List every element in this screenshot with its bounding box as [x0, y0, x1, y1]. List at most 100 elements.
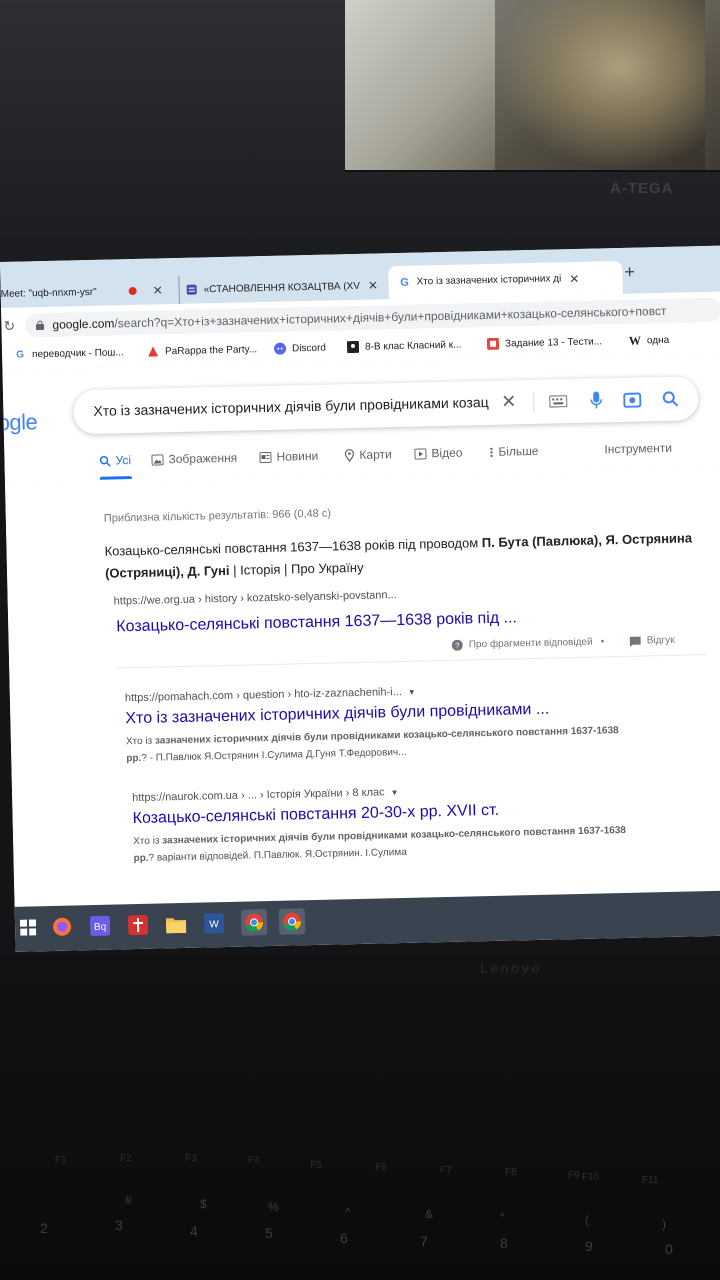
bookmark-task13[interactable]: Задание 13 - Тести...: [486, 335, 602, 350]
app-bq-icon[interactable]: Bq: [87, 913, 114, 940]
laptop-screen: Meet: "uqb-nnxm-ysr" ✕ «СТАНОВЛЕННЯ КОЗА…: [0, 245, 720, 952]
bookmark-label: 8-В клас Класний к...: [364, 339, 462, 353]
bookmark-label: PaRappa the Party...: [164, 343, 258, 357]
windows-start-icon[interactable]: [15, 914, 42, 941]
bookmark-discord[interactable]: Discord: [274, 342, 326, 355]
snippet-feedback-row: ? Про фрагменти відповідей • Відгук: [116, 634, 708, 669]
featured-snippet-text: Козацько-селянські повстання 1637—1638 р…: [104, 527, 695, 584]
clear-search-icon[interactable]: ✕: [501, 391, 517, 412]
file-explorer-icon[interactable]: [163, 911, 190, 938]
bookmark-classroom[interactable]: 8-В клас Класний к...: [346, 339, 462, 354]
svg-text:?: ?: [455, 641, 460, 650]
feedback-label: Відгук: [646, 634, 675, 647]
svg-text:Bq: Bq: [94, 922, 106, 933]
close-tab-icon[interactable]: ✕: [368, 278, 378, 292]
help-icon: ?: [451, 639, 463, 651]
about-snippets-link[interactable]: ? Про фрагменти відповідей •: [451, 636, 613, 651]
key-2: 2: [40, 1220, 48, 1236]
separator-dot: •: [600, 636, 605, 648]
key-ampersand: &: [425, 1207, 434, 1221]
reload-icon[interactable]: ↻: [3, 318, 15, 335]
image-icon: [151, 453, 164, 466]
firefox-icon[interactable]: [49, 913, 76, 940]
result-description: Хто із зазначених історичних діячів були…: [125, 725, 619, 765]
search-box[interactable]: Хто із зазначених історичних діячів були…: [72, 376, 699, 435]
classroom-icon: [346, 340, 360, 354]
key-f7: F7: [440, 1165, 452, 1176]
tab-label: Усі: [115, 453, 132, 468]
key-3: 3: [115, 1217, 123, 1233]
about-label: Про фрагменти відповідей: [468, 636, 593, 651]
chrome-icon[interactable]: [240, 909, 268, 936]
key-f11: F11: [642, 1175, 659, 1186]
word-icon[interactable]: W: [201, 910, 228, 937]
page-icon: [486, 337, 500, 350]
bookmark-wikipedia[interactable]: W одна: [629, 333, 670, 347]
tab-label: Зображення: [168, 450, 238, 467]
key-dollar: $: [200, 1197, 207, 1211]
chrome-icon[interactable]: [278, 908, 306, 935]
key-percent: %: [268, 1200, 279, 1214]
bezel-brand: A-TEGA: [610, 180, 674, 197]
key-paren-left: (: [585, 1213, 589, 1227]
key-0: 0: [665, 1241, 673, 1257]
discord-icon: [274, 342, 287, 355]
tab-title: «СТАНОВЛЕННЯ КОЗАЦТВА (XV: [203, 280, 361, 295]
featured-link[interactable]: Козацько-селянські повстання 1637—1638 р…: [116, 609, 517, 636]
new-tab-button[interactable]: +: [624, 262, 635, 283]
key-9: 9: [585, 1238, 593, 1254]
close-tab-icon[interactable]: ✕: [569, 271, 579, 285]
key-f5: F5: [310, 1160, 322, 1171]
recording-icon: [127, 285, 139, 297]
chevron-down-icon[interactable]: ▼: [390, 788, 398, 797]
video-icon: [414, 447, 427, 460]
search-results: Приблизна кількість результатів: 966 (0,…: [5, 468, 720, 905]
laptop-keyboard: Lenovo F1 F2 F3 F4 F5 F6 F7 F8 F9 F10 F1…: [0, 955, 720, 1280]
featured-cite: https://we.org.ua › history › kozatsko-s…: [113, 589, 397, 608]
search-divider: [533, 391, 535, 412]
tab-all[interactable]: Усі: [99, 453, 131, 468]
tab-news[interactable]: Новини: [259, 449, 318, 464]
key-6: 6: [340, 1230, 348, 1246]
google-logo[interactable]: ogle: [0, 409, 38, 436]
keyboard-brand: Lenovo: [480, 960, 542, 976]
bookmark-parappa[interactable]: PaRappa the Party...: [147, 343, 257, 357]
search-icon: [99, 455, 111, 467]
tab-maps[interactable]: Карти: [344, 447, 392, 462]
app-red-icon[interactable]: [125, 912, 152, 939]
tab-title: Хто із зазначених історичних ді: [416, 273, 562, 288]
result-stats: Приблизна кількість результатів: 966 (0,…: [103, 507, 332, 525]
bookmark-translator[interactable]: G переводчик - Пош...: [14, 346, 124, 360]
key-f6: F6: [375, 1162, 387, 1173]
google-header: ogle Хто із зазначених історичних діячів…: [0, 353, 720, 486]
tab-google-search[interactable]: G Хто із зазначених історичних ді ✕: [388, 260, 623, 300]
feedback-link[interactable]: Відгук: [629, 634, 675, 647]
key-paren-right: ): [662, 1217, 666, 1231]
snippet-plain: Козацько-селянські повстання 1637—1638 р…: [104, 535, 482, 559]
tab-label: Відео: [431, 445, 463, 461]
tab-video[interactable]: Відео: [414, 445, 463, 461]
docs-icon: [186, 284, 198, 296]
search-icon[interactable]: [661, 390, 679, 408]
news-icon: [259, 451, 272, 463]
webcam-view: [345, 0, 720, 172]
key-asterisk: *: [500, 1210, 505, 1224]
feedback-icon: [629, 636, 641, 647]
tab-meet[interactable]: Meet: "uqb-nnxm-ysr" ✕: [0, 276, 173, 308]
tab-more[interactable]: Більше: [489, 444, 539, 459]
keyboard-icon[interactable]: [549, 392, 568, 410]
key-f10: F10: [582, 1172, 600, 1183]
tools-button[interactable]: Інструменти: [604, 441, 672, 457]
google-icon: G: [16, 348, 25, 361]
key-hash: #: [125, 1193, 132, 1207]
camera-icon[interactable]: [623, 390, 642, 408]
bookmark-label: Discord: [291, 342, 327, 354]
microphone-icon[interactable]: [587, 391, 605, 409]
search-input[interactable]: Хто із зазначених історичних діячів були…: [93, 394, 493, 419]
key-f2: F2: [120, 1153, 132, 1164]
close-tab-icon[interactable]: ✕: [153, 283, 163, 297]
chevron-down-icon[interactable]: ▼: [408, 688, 416, 697]
tab-label: Карти: [359, 447, 392, 462]
tab-images[interactable]: Зображення: [151, 451, 237, 467]
key-f1: F1: [55, 1155, 67, 1166]
